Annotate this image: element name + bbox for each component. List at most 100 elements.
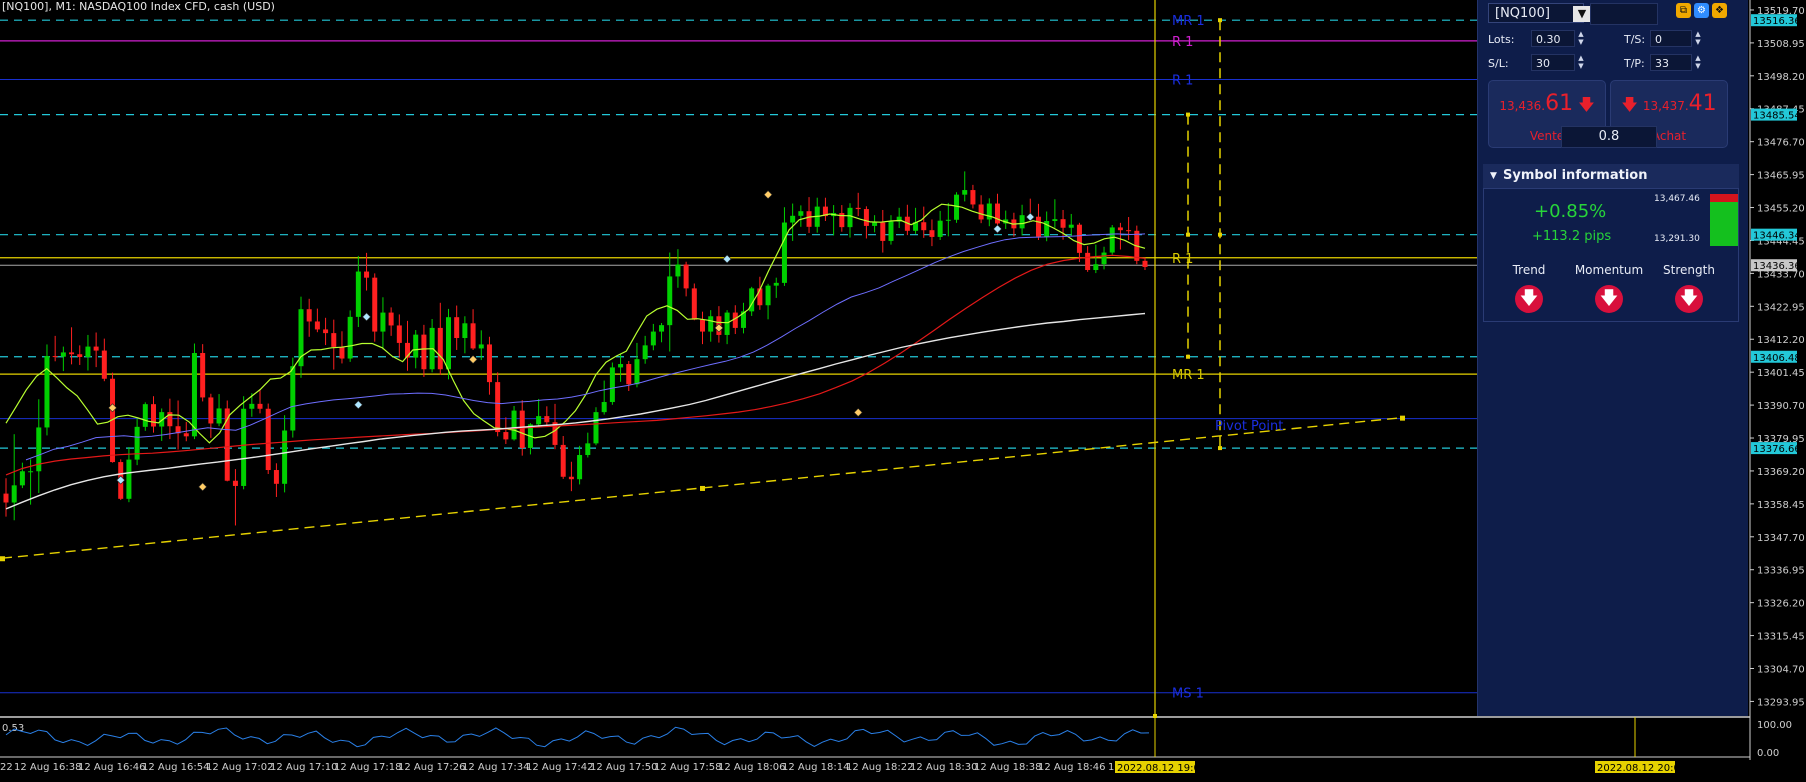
candle-body: [347, 316, 353, 359]
tp-input[interactable]: 33: [1650, 54, 1692, 71]
ts-input[interactable]: 0: [1650, 30, 1692, 47]
candle-body: [995, 203, 1001, 224]
time-tick-label: 12 Aug 17:26: [398, 762, 465, 773]
candle-body: [650, 331, 656, 346]
arrow-down-icon: 🡇: [1578, 95, 1595, 114]
candle-body: [93, 346, 99, 351]
candle-body: [970, 190, 976, 205]
sl-input[interactable]: 30: [1531, 54, 1575, 71]
candle-body: [290, 366, 296, 431]
candle-body: [232, 480, 238, 486]
price-tag-label: 13376.66: [1753, 444, 1801, 455]
candle-body: [445, 317, 451, 370]
candle-body: [577, 455, 583, 480]
tp-label: T/P:: [1624, 57, 1645, 70]
symbol-select[interactable]: [NQ100] ▼: [1488, 3, 1591, 23]
trading-panel: [NQ100] ▼ ⧉ ⚙ ❖ Lots: 0.30 ▲ ▼ T/S: 0 ▲ ▼ …: [1477, 0, 1748, 716]
price-tick-label: 13508.95: [1757, 39, 1805, 50]
price-tag-label: 13436.36: [1753, 261, 1801, 272]
price-tick-label: 13304.70: [1757, 665, 1805, 676]
symbol-info-header[interactable]: ▼ Symbol information: [1483, 164, 1739, 188]
level-label: R 1: [1172, 252, 1193, 267]
fractal-marker: [1025, 212, 1035, 222]
lots-input[interactable]: 0.30: [1531, 30, 1575, 47]
collapse-triangle-icon: ▼: [1490, 171, 1497, 181]
candle-body: [134, 426, 140, 460]
candle-body: [962, 190, 968, 195]
candle-body: [339, 346, 345, 359]
tp-stepper-icon[interactable]: ▲ ▼: [1694, 54, 1702, 71]
time-tick-label: 12 Aug 17:42: [526, 762, 593, 773]
candle-body: [593, 412, 599, 444]
oscillator-tick-label: 100.00: [1757, 720, 1792, 731]
candle-body: [798, 211, 804, 216]
gear-icon[interactable]: ⚙: [1694, 3, 1709, 18]
candle-body: [585, 443, 591, 456]
symbol-info-title: Symbol information: [1503, 168, 1648, 183]
candle-body: [601, 402, 607, 413]
range-anchor-point: [1186, 354, 1190, 359]
level-label: R 1: [1172, 35, 1193, 50]
chevron-down-icon[interactable]: ▼: [1573, 6, 1591, 22]
candle-body: [249, 403, 255, 409]
time-tick-label: 12 Aug 16:38: [14, 762, 81, 773]
copy-icon[interactable]: ⧉: [1676, 3, 1691, 18]
candle-body: [667, 276, 673, 326]
time-highlight-label: 2022.08.12 19:00: [1117, 763, 1206, 774]
price-tag-label: 13446.34: [1753, 231, 1801, 242]
time-tick-label: 12 Aug 17:34: [462, 762, 529, 773]
pivot-label: Pivot Point: [1215, 419, 1283, 434]
candle-body: [929, 230, 935, 237]
day-high: 13,467.46: [1654, 194, 1700, 204]
price-tick-label: 13412.20: [1757, 335, 1805, 346]
time-tick-label: 12 Aug 16:54: [142, 762, 209, 773]
time-tick-label: 12 Aug 17:58: [654, 762, 721, 773]
price-tick-label: 13358.45: [1757, 500, 1805, 511]
lots-stepper-icon[interactable]: ▲ ▼: [1577, 30, 1585, 47]
fractal-marker: [353, 400, 363, 410]
candle-body: [495, 382, 501, 433]
change-percent: +0.85%: [1534, 201, 1607, 222]
candle-body: [708, 316, 714, 332]
expand-icon[interactable]: ❖: [1712, 3, 1727, 18]
trendline-anchor: [1400, 415, 1405, 421]
candle-body: [388, 312, 394, 326]
price-tick-label: 13465.95: [1757, 171, 1805, 182]
candle-body: [19, 471, 25, 486]
candle-body: [28, 471, 34, 473]
candle-body: [101, 350, 107, 379]
ts-stepper-icon[interactable]: ▲ ▼: [1694, 30, 1702, 47]
time-tick-label: 22: [0, 762, 13, 773]
candle-body: [1109, 227, 1115, 253]
candle-body: [634, 359, 640, 385]
candle-body: [847, 207, 853, 228]
fractal-marker: [108, 403, 117, 413]
candle-body: [413, 334, 419, 358]
momentum-down-icon: 🡇: [1595, 285, 1623, 313]
level-label: MS 1: [1172, 687, 1204, 702]
range-anchor-point: [1218, 18, 1222, 23]
price-tick-label: 13336.95: [1757, 566, 1805, 577]
candle-body: [298, 309, 304, 367]
candle-body: [183, 433, 189, 437]
candle-body: [1060, 219, 1066, 228]
trendline-anchor: [700, 485, 705, 491]
ts-label: T/S:: [1624, 33, 1646, 46]
range-anchor-point: [1218, 232, 1222, 237]
time-tick-label: 12 Aug 18:46: [1038, 762, 1105, 773]
candle-body: [216, 408, 222, 424]
chart-title: [NQ100], M1: NASDAQ100 Index CFD, cash (…: [2, 0, 275, 13]
price-tag-label: 13485.54: [1753, 111, 1801, 122]
buy-price-big: 41: [1688, 91, 1717, 116]
sl-stepper-icon[interactable]: ▲ ▼: [1577, 54, 1585, 71]
candle-body: [1035, 216, 1041, 237]
candle-body: [314, 321, 320, 330]
level-label: R 1: [1172, 73, 1193, 88]
candle-body: [642, 345, 648, 360]
candle-body: [855, 207, 861, 210]
price-tag-label: 13516.36: [1753, 16, 1801, 27]
fractal-marker: [722, 254, 732, 264]
candle-body: [544, 416, 550, 423]
candle-body: [396, 325, 402, 343]
change-pips: +113.2 pips: [1532, 229, 1612, 244]
